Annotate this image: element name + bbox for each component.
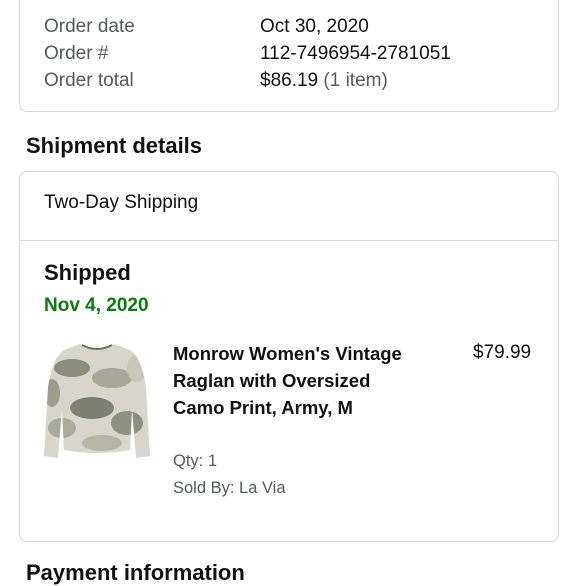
order-number-value: 112-7496954-2781051 xyxy=(260,43,451,64)
item-seller: Sold By: La Via xyxy=(173,479,286,497)
order-total-value: $86.19 xyxy=(260,70,319,91)
product-image[interactable] xyxy=(42,338,152,463)
shipment-card: Two-Day Shipping Shipped Nov 4, 2020 Mon… xyxy=(19,171,559,542)
order-total-row: $86.19 (1 item) xyxy=(260,70,388,92)
shipping-method: Two-Day Shipping xyxy=(44,192,199,213)
shipment-details-heading: Shipment details xyxy=(26,133,203,158)
order-summary-card: Order date Oct 30, 2020 Order # 112-7496… xyxy=(19,0,559,112)
order-number-label: Order # xyxy=(44,43,109,64)
order-total-label: Order total xyxy=(44,70,134,91)
item-count: (1 item) xyxy=(323,70,388,91)
divider xyxy=(20,240,558,241)
product-title-link[interactable]: Monrow Women's Vintage Raglan with Overs… xyxy=(173,340,413,421)
payment-information-heading: Payment information xyxy=(26,560,245,585)
shipment-date: Nov 4, 2020 xyxy=(44,295,149,316)
order-date-value: Oct 30, 2020 xyxy=(260,16,369,37)
item-quantity: Qty: 1 xyxy=(173,452,218,470)
item-price: $79.99 xyxy=(473,342,532,363)
order-date-label: Order date xyxy=(44,16,135,37)
shipment-status: Shipped xyxy=(44,260,131,285)
